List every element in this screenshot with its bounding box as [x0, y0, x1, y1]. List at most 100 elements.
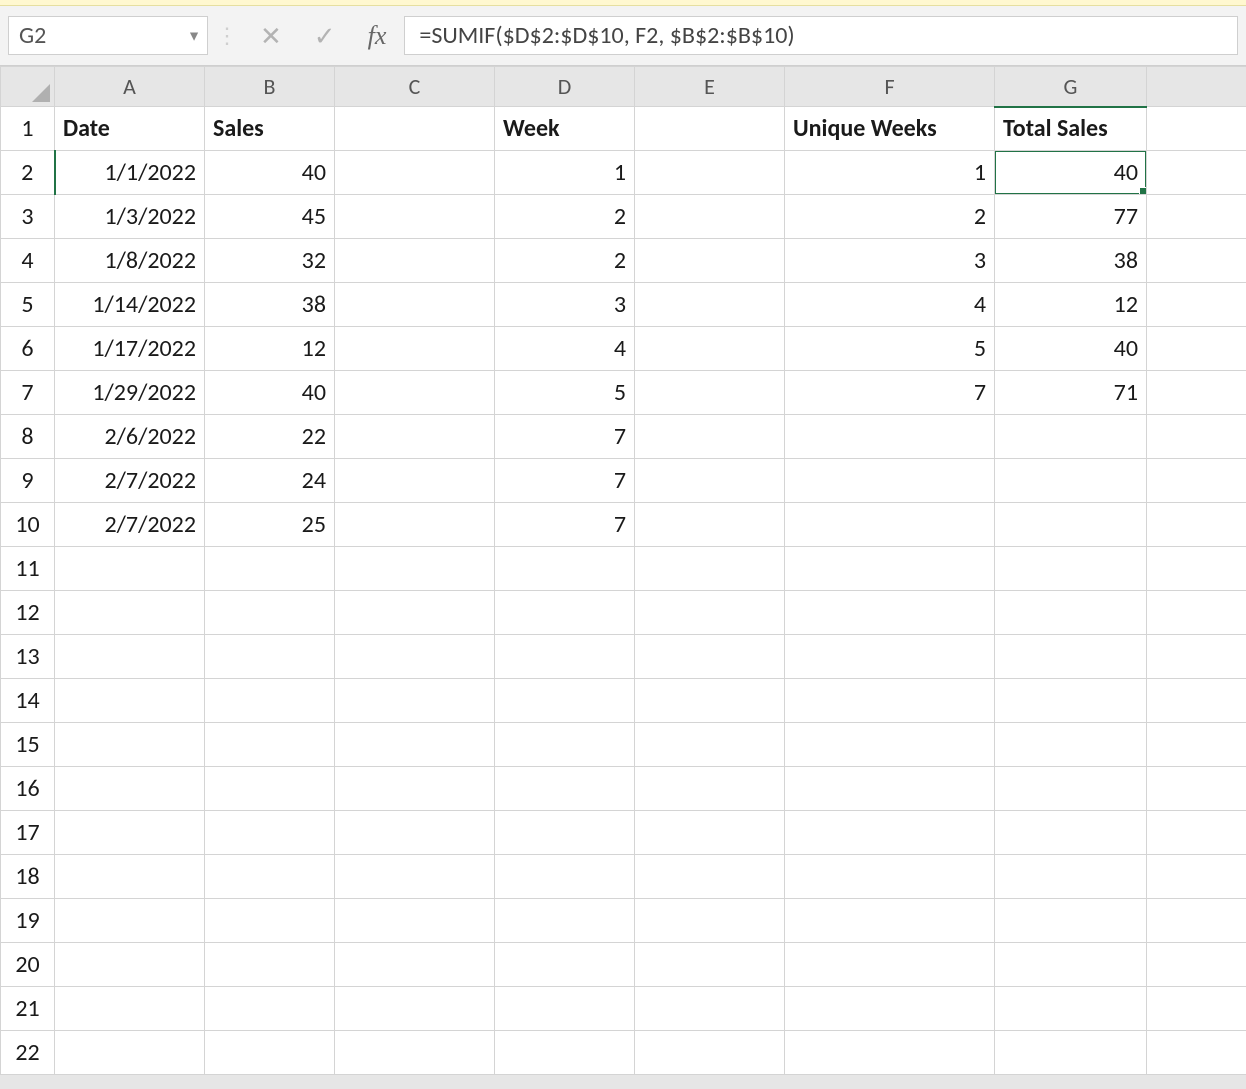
col-header-E[interactable]: E: [635, 67, 785, 107]
cell-D13[interactable]: [495, 635, 635, 679]
cell-F14[interactable]: [785, 679, 995, 723]
row-header-19[interactable]: 19: [1, 899, 55, 943]
cell-E4[interactable]: [635, 239, 785, 283]
cell-extra-20[interactable]: [1147, 943, 1246, 987]
row-header-22[interactable]: 22: [1, 1031, 55, 1075]
spreadsheet-grid[interactable]: A B C D E F G 1DateSalesWeekUnique Weeks…: [0, 66, 1246, 1075]
cell-G15[interactable]: [995, 723, 1147, 767]
cell-D21[interactable]: [495, 987, 635, 1031]
row-header-20[interactable]: 20: [1, 943, 55, 987]
cell-G22[interactable]: [995, 1031, 1147, 1075]
row-header-13[interactable]: 13: [1, 635, 55, 679]
cell-F10[interactable]: [785, 503, 995, 547]
cell-A6[interactable]: 1/17/2022: [55, 327, 205, 371]
cell-C8[interactable]: [335, 415, 495, 459]
cell-extra-7[interactable]: [1147, 371, 1246, 415]
cell-B4[interactable]: 32: [205, 239, 335, 283]
cell-extra-15[interactable]: [1147, 723, 1246, 767]
cell-A21[interactable]: [55, 987, 205, 1031]
cell-A8[interactable]: 2/6/2022: [55, 415, 205, 459]
cell-E17[interactable]: [635, 811, 785, 855]
cell-extra-1[interactable]: [1147, 107, 1246, 151]
cell-E6[interactable]: [635, 327, 785, 371]
cell-G16[interactable]: [995, 767, 1147, 811]
cell-E5[interactable]: [635, 283, 785, 327]
cell-E9[interactable]: [635, 459, 785, 503]
cell-G9[interactable]: [995, 459, 1147, 503]
cell-A7[interactable]: 1/29/2022: [55, 371, 205, 415]
cell-C5[interactable]: [335, 283, 495, 327]
cell-F4[interactable]: 3: [785, 239, 995, 283]
cell-F5[interactable]: 4: [785, 283, 995, 327]
cell-F8[interactable]: [785, 415, 995, 459]
cell-D3[interactable]: 2: [495, 195, 635, 239]
cell-C3[interactable]: [335, 195, 495, 239]
cell-extra-17[interactable]: [1147, 811, 1246, 855]
cell-B10[interactable]: 25: [205, 503, 335, 547]
cell-C21[interactable]: [335, 987, 495, 1031]
cell-extra-22[interactable]: [1147, 1031, 1246, 1075]
cell-extra-3[interactable]: [1147, 195, 1246, 239]
cell-D15[interactable]: [495, 723, 635, 767]
cell-B15[interactable]: [205, 723, 335, 767]
cell-F22[interactable]: [785, 1031, 995, 1075]
cell-G5[interactable]: 12: [995, 283, 1147, 327]
cell-extra-16[interactable]: [1147, 767, 1246, 811]
cell-extra-6[interactable]: [1147, 327, 1246, 371]
cell-E22[interactable]: [635, 1031, 785, 1075]
row-header-17[interactable]: 17: [1, 811, 55, 855]
name-box[interactable]: G2 ▼: [8, 16, 208, 55]
cell-D20[interactable]: [495, 943, 635, 987]
row-header-14[interactable]: 14: [1, 679, 55, 723]
cell-G19[interactable]: [995, 899, 1147, 943]
cell-extra-8[interactable]: [1147, 415, 1246, 459]
cell-E1[interactable]: [635, 107, 785, 151]
col-header-C[interactable]: C: [335, 67, 495, 107]
cell-C6[interactable]: [335, 327, 495, 371]
cell-B11[interactable]: [205, 547, 335, 591]
cell-F11[interactable]: [785, 547, 995, 591]
row-header-12[interactable]: 12: [1, 591, 55, 635]
cell-A4[interactable]: 1/8/2022: [55, 239, 205, 283]
cell-B8[interactable]: 22: [205, 415, 335, 459]
cell-B5[interactable]: 38: [205, 283, 335, 327]
cell-D2[interactable]: 1: [495, 151, 635, 195]
cell-G12[interactable]: [995, 591, 1147, 635]
cell-A5[interactable]: 1/14/2022: [55, 283, 205, 327]
cell-B17[interactable]: [205, 811, 335, 855]
cell-D14[interactable]: [495, 679, 635, 723]
cell-D18[interactable]: [495, 855, 635, 899]
col-header-G[interactable]: G: [995, 67, 1147, 107]
fx-icon[interactable]: fx: [354, 6, 401, 65]
cell-E11[interactable]: [635, 547, 785, 591]
cell-E21[interactable]: [635, 987, 785, 1031]
cell-B3[interactable]: 45: [205, 195, 335, 239]
cell-C2[interactable]: [335, 151, 495, 195]
cell-F2[interactable]: 1: [785, 151, 995, 195]
cell-A1[interactable]: Date: [55, 107, 205, 151]
cell-F21[interactable]: [785, 987, 995, 1031]
cell-A20[interactable]: [55, 943, 205, 987]
cell-D9[interactable]: 7: [495, 459, 635, 503]
cell-D7[interactable]: 5: [495, 371, 635, 415]
formula-input[interactable]: =SUMIF($D$2:$D$10, F2, $B$2:$B$10): [404, 16, 1238, 55]
row-header-4[interactable]: 4: [1, 239, 55, 283]
cell-extra-9[interactable]: [1147, 459, 1246, 503]
cell-C15[interactable]: [335, 723, 495, 767]
cell-E10[interactable]: [635, 503, 785, 547]
cell-C13[interactable]: [335, 635, 495, 679]
cell-F20[interactable]: [785, 943, 995, 987]
cell-B12[interactable]: [205, 591, 335, 635]
cell-D1[interactable]: Week: [495, 107, 635, 151]
row-header-5[interactable]: 5: [1, 283, 55, 327]
cell-F9[interactable]: [785, 459, 995, 503]
cell-D4[interactable]: 2: [495, 239, 635, 283]
cell-G3[interactable]: 77: [995, 195, 1147, 239]
cell-D12[interactable]: [495, 591, 635, 635]
cell-C18[interactable]: [335, 855, 495, 899]
cell-A3[interactable]: 1/3/2022: [55, 195, 205, 239]
cell-E14[interactable]: [635, 679, 785, 723]
cell-B13[interactable]: [205, 635, 335, 679]
cell-B6[interactable]: 12: [205, 327, 335, 371]
row-header-21[interactable]: 21: [1, 987, 55, 1031]
